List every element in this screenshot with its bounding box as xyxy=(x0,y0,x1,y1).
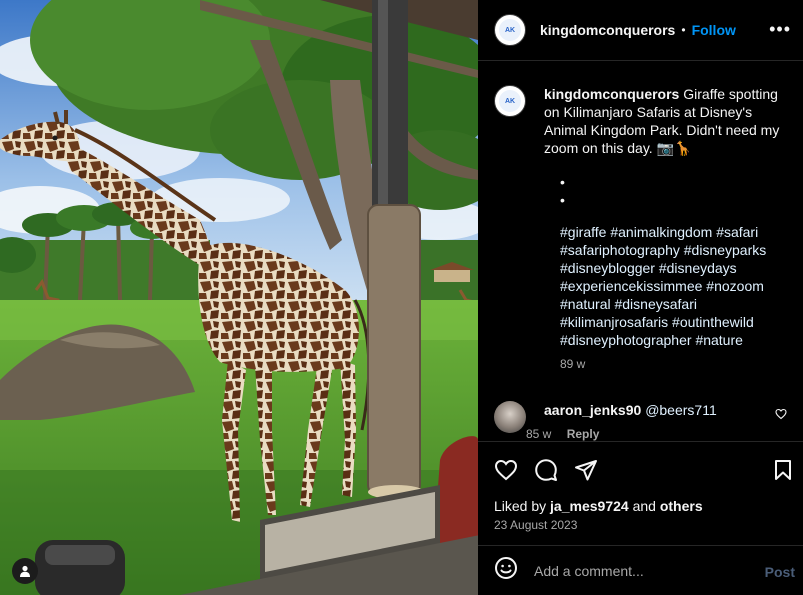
caption-timestamp: 89 w xyxy=(560,357,586,371)
comment-item: aaron_jenks90 @beers711 85 w Reply xyxy=(494,401,787,441)
comment-meta: 85 w Reply xyxy=(526,427,717,441)
tag-people-button[interactable] xyxy=(12,558,38,584)
heart-icon xyxy=(775,408,787,420)
user-tag-icon xyxy=(20,565,30,577)
send-icon xyxy=(575,460,597,481)
comments-area[interactable]: AK kingdomconquerors Giraffe spotting on… xyxy=(478,61,803,441)
hashtag-link[interactable]: #safari xyxy=(716,224,758,240)
comment-bubble-icon xyxy=(535,459,557,481)
reply-button[interactable]: Reply xyxy=(567,427,600,441)
post-date[interactable]: 23 August 2023 xyxy=(494,518,577,532)
bookmark-icon xyxy=(775,460,791,480)
hashtag-link[interactable]: #disneydays xyxy=(659,260,737,276)
comment-timestamp: 85 w xyxy=(526,427,552,441)
like-button[interactable] xyxy=(494,458,518,487)
hashtag-link[interactable]: #kilimanjrosafaris xyxy=(560,314,668,330)
author-username[interactable]: kingdomconquerors xyxy=(540,22,675,38)
hashtag-link[interactable]: #nature xyxy=(695,332,742,348)
post-comment-button[interactable]: Post xyxy=(765,564,795,580)
avatar-logo: AK xyxy=(504,97,516,105)
emoji-icon xyxy=(495,557,517,579)
separator-dot: • xyxy=(681,23,686,37)
caption-bullets: • • xyxy=(560,173,787,209)
hashtag-link[interactable]: #safariphotography xyxy=(560,242,680,258)
more-options-icon[interactable]: ••• xyxy=(769,20,791,38)
bullet: • xyxy=(560,192,565,208)
hashtag-link[interactable]: #disneyblogger xyxy=(560,260,655,276)
post-photo[interactable] xyxy=(0,0,478,595)
author-avatar[interactable]: AK xyxy=(494,14,526,46)
commenter-avatar[interactable] xyxy=(494,401,526,433)
liked-by-text: Liked by ja_mes9724 and others xyxy=(494,498,703,514)
bullet: • xyxy=(560,174,565,190)
hashtag-list: #giraffe #animalkingdom #safari #safarip… xyxy=(560,223,790,349)
liked-by-and: and xyxy=(632,498,656,514)
hashtag-link[interactable]: #disneyphotographer xyxy=(560,332,692,348)
hashtag-link[interactable]: #outinthewild xyxy=(672,314,754,330)
hashtag-link[interactable]: #natural xyxy=(560,296,611,312)
caption: AK kingdomconquerors Giraffe spotting on… xyxy=(494,85,787,157)
post-sidebar: AK kingdomconquerors • Follow ••• AK kin… xyxy=(478,0,803,595)
save-button[interactable] xyxy=(771,458,795,487)
hashtag-link[interactable]: #disneysafari xyxy=(614,296,697,312)
comment-button[interactable] xyxy=(534,458,558,487)
comment-mention[interactable]: @beers711 xyxy=(645,402,717,418)
avatar-logo: AK xyxy=(504,26,516,34)
liked-by-others[interactable]: others xyxy=(660,498,703,514)
giraffe-safari-photo xyxy=(0,0,478,595)
hashtag-link[interactable]: #nozoom xyxy=(706,278,764,294)
commenter-username[interactable]: aaron_jenks90 xyxy=(544,402,641,418)
comment-like-heart-icon[interactable] xyxy=(775,407,787,425)
comment-input[interactable] xyxy=(534,562,744,579)
emoji-button[interactable] xyxy=(494,556,518,585)
comment-text: aaron_jenks90 @beers711 xyxy=(544,401,717,419)
liked-by-prefix: Liked by xyxy=(494,498,547,514)
post-actions: Liked by ja_mes9724 and others 23 August… xyxy=(478,441,803,545)
hashtag-link[interactable]: #disneyparks xyxy=(684,242,767,258)
caption-avatar[interactable]: AK xyxy=(494,85,526,117)
heart-icon xyxy=(494,459,518,481)
caption-username[interactable]: kingdomconquerors xyxy=(544,86,679,102)
follow-button[interactable]: Follow xyxy=(692,22,736,38)
hashtag-link[interactable]: #experiencekissimmee xyxy=(560,278,702,294)
caption-text: kingdomconquerors Giraffe spotting on Ki… xyxy=(544,85,787,157)
liked-by-user[interactable]: ja_mes9724 xyxy=(550,498,629,514)
add-comment-bar: Post xyxy=(478,545,803,595)
share-button[interactable] xyxy=(574,458,598,487)
post-header: AK kingdomconquerors • Follow ••• xyxy=(478,0,803,61)
hashtag-link[interactable]: #animalkingdom xyxy=(610,224,712,240)
hashtag-link[interactable]: #giraffe xyxy=(560,224,606,240)
